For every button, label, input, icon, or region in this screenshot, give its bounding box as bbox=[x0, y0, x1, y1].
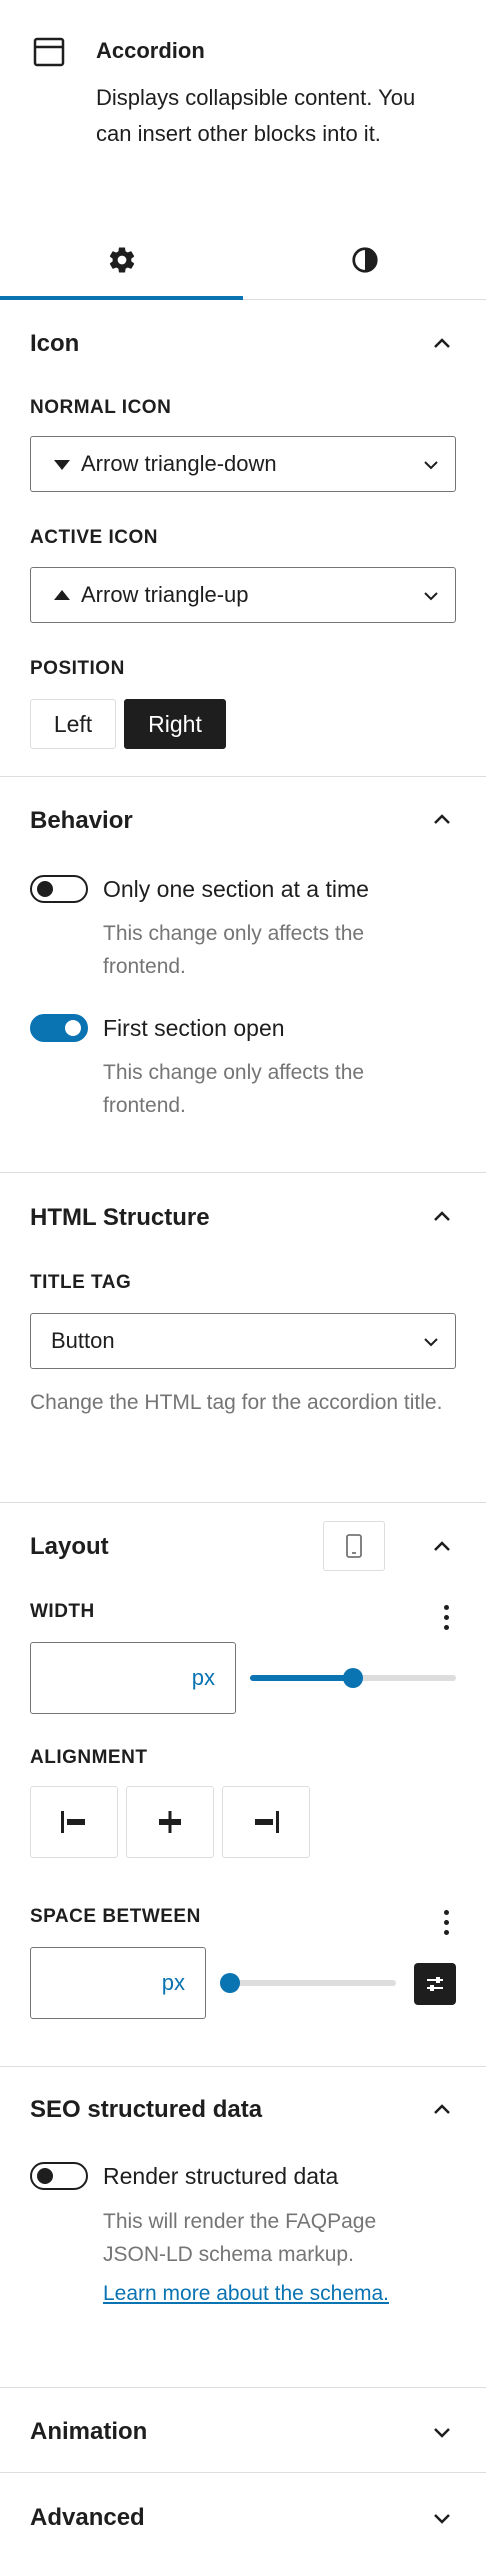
width-options-icon[interactable] bbox=[444, 1605, 450, 1631]
panel-title-html-structure[interactable]: HTML Structure bbox=[30, 1204, 210, 1232]
toggle-one-section[interactable] bbox=[30, 875, 88, 903]
tab-settings[interactable] bbox=[0, 220, 243, 300]
width-slider-thumb[interactable] bbox=[343, 1668, 363, 1688]
align-center-button[interactable] bbox=[126, 1786, 214, 1858]
width-label: WIDTH bbox=[30, 1601, 95, 1622]
width-unit[interactable]: px bbox=[192, 1665, 215, 1691]
toggle-one-section-help: This change only affects the frontend. bbox=[103, 922, 365, 978]
space-between-label: SPACE BETWEEN bbox=[30, 1906, 201, 1927]
chevron-up-icon[interactable] bbox=[432, 812, 452, 826]
panel-title-seo[interactable]: SEO structured data bbox=[30, 2096, 262, 2124]
divider bbox=[0, 776, 486, 777]
triangle-up-icon bbox=[54, 590, 70, 600]
chevron-down-icon[interactable] bbox=[432, 2512, 452, 2526]
title-tag-value: Button bbox=[51, 1328, 115, 1353]
sliders-icon bbox=[427, 1977, 443, 1991]
title-tag-help: Change the HTML tag for the accordion ti… bbox=[30, 1391, 443, 1414]
position-right-button[interactable]: Right bbox=[124, 699, 226, 749]
alignment-label: ALIGNMENT bbox=[30, 1747, 148, 1768]
chevron-up-icon[interactable] bbox=[432, 336, 452, 350]
title-tag-label: TITLE TAG bbox=[30, 1272, 132, 1293]
divider bbox=[0, 1502, 486, 1503]
divider bbox=[0, 2066, 486, 2067]
tab-styles[interactable] bbox=[243, 220, 486, 300]
block-icon bbox=[33, 37, 65, 67]
gear-icon bbox=[109, 247, 134, 273]
active-icon-select[interactable]: Arrow triangle-up bbox=[30, 567, 456, 623]
space-between-slider-thumb[interactable] bbox=[220, 1973, 240, 1993]
position-label: POSITION bbox=[30, 658, 125, 679]
toggle-knob bbox=[37, 2168, 53, 2184]
mobile-icon bbox=[346, 1534, 362, 1558]
toggle-structured-data-label: Render structured data bbox=[103, 2163, 339, 2189]
chevron-up-icon[interactable] bbox=[432, 1539, 452, 1553]
align-right-button[interactable] bbox=[222, 1786, 310, 1858]
chevron-up-icon[interactable] bbox=[432, 2102, 452, 2116]
triangle-down-icon bbox=[54, 460, 70, 470]
toggle-one-section-label: Only one section at a time bbox=[103, 876, 369, 902]
panel-title-animation[interactable]: Animation bbox=[30, 2418, 147, 2446]
alignment-group bbox=[30, 1786, 310, 1858]
align-right-icon bbox=[255, 1811, 279, 1833]
panel-title-icon[interactable]: Icon bbox=[30, 330, 79, 358]
divider bbox=[0, 2472, 486, 2473]
active-icon-label: ACTIVE ICON bbox=[30, 527, 158, 548]
active-icon-value: Arrow triangle-up bbox=[81, 582, 249, 607]
panel-title-behavior[interactable]: Behavior bbox=[30, 807, 133, 835]
title-tag-select[interactable]: Button bbox=[30, 1313, 456, 1369]
width-slider-fill bbox=[250, 1675, 353, 1681]
normal-icon-select[interactable]: Arrow triangle-down bbox=[30, 436, 456, 492]
toggle-first-open-help: This change only affects the frontend. bbox=[103, 1061, 365, 1117]
space-between-options-icon[interactable] bbox=[444, 1910, 450, 1936]
width-input[interactable]: px bbox=[30, 1642, 236, 1714]
chevron-down-icon bbox=[424, 592, 438, 601]
block-card: Accordion Displays collapsible content. … bbox=[0, 0, 486, 200]
chevron-down-icon[interactable] bbox=[432, 2426, 452, 2440]
space-between-input[interactable]: px bbox=[30, 1947, 206, 2019]
chevron-down-icon bbox=[424, 461, 438, 470]
contrast-icon bbox=[351, 247, 378, 273]
toggle-knob bbox=[65, 1020, 81, 1036]
panel-title-advanced[interactable]: Advanced bbox=[30, 2504, 145, 2532]
align-left-icon bbox=[61, 1811, 85, 1833]
schema-learn-more-link[interactable]: Learn more about the schema. bbox=[103, 2282, 389, 2306]
position-left-button[interactable]: Left bbox=[30, 699, 116, 749]
align-left-button[interactable] bbox=[30, 1786, 118, 1858]
chevron-down-icon bbox=[424, 1338, 438, 1347]
normal-icon-label: NORMAL ICON bbox=[30, 397, 172, 418]
toggle-first-open-label: First section open bbox=[103, 1015, 285, 1041]
panel-title-layout[interactable]: Layout bbox=[30, 1533, 109, 1561]
structured-data-help: This will render the FAQPage JSON-LD sch… bbox=[103, 2210, 377, 2266]
block-description: Displays collapsible content. You can in… bbox=[96, 85, 416, 146]
custom-values-button[interactable] bbox=[414, 1963, 456, 2005]
width-slider[interactable] bbox=[250, 1668, 456, 1688]
block-title: Accordion bbox=[96, 38, 205, 63]
space-between-slider[interactable] bbox=[220, 1973, 396, 1993]
align-center-icon bbox=[159, 1811, 181, 1833]
divider bbox=[0, 1172, 486, 1173]
space-between-unit[interactable]: px bbox=[162, 1970, 185, 1996]
toggle-first-open[interactable] bbox=[30, 1014, 88, 1042]
toggle-knob bbox=[37, 881, 53, 897]
chevron-up-icon[interactable] bbox=[432, 1209, 452, 1223]
inspector-tabs bbox=[0, 220, 486, 300]
tab-active-indicator bbox=[0, 296, 243, 300]
device-preview-button[interactable] bbox=[323, 1521, 385, 1571]
normal-icon-value: Arrow triangle-down bbox=[81, 451, 277, 476]
divider bbox=[0, 2387, 486, 2388]
toggle-structured-data[interactable] bbox=[30, 2162, 88, 2190]
